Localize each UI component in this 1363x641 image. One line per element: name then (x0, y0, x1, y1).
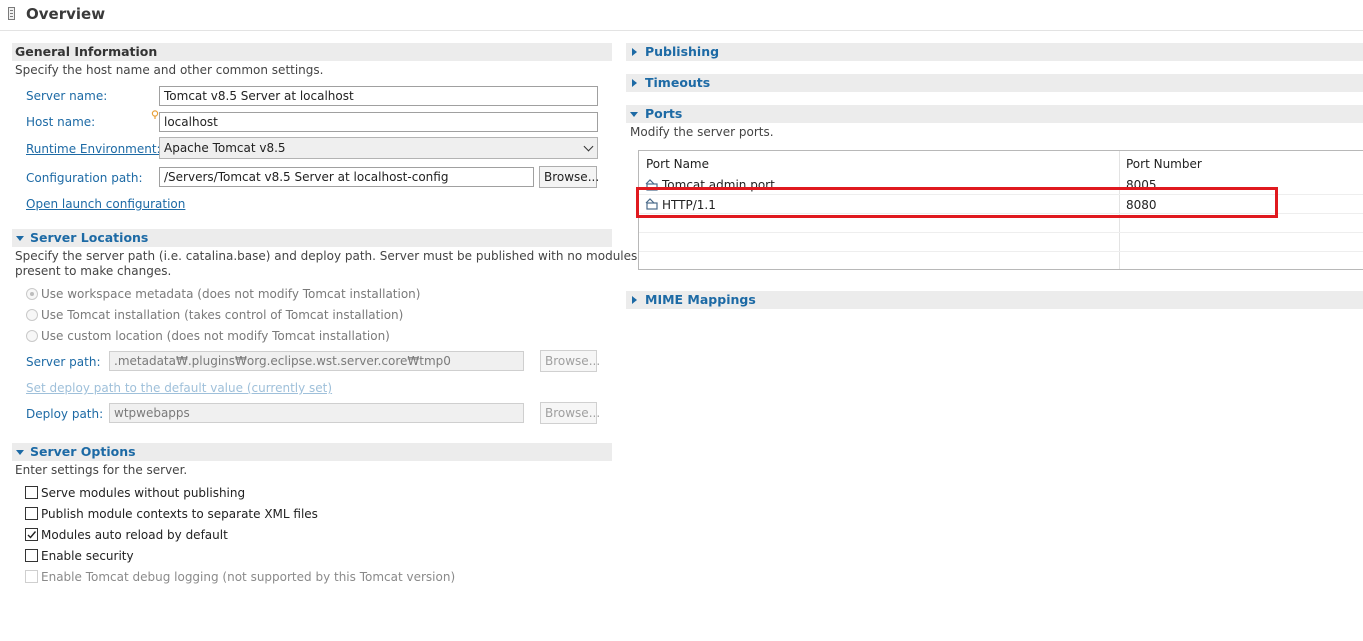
editor-title-bar (0, 0, 1363, 31)
radio-custom-location-label: Use custom location (does not modify Tom… (41, 329, 390, 343)
server-options-description: Enter settings for the server. (15, 463, 188, 477)
general-information-description: Specify the host name and other common s… (15, 63, 324, 77)
runtime-environment-value: Apache Tomcat v8.5 (164, 141, 286, 155)
checkbox-publish-contexts-label: Publish module contexts to separate XML … (41, 507, 318, 521)
server-locations-description-2: present to make changes. (15, 264, 172, 278)
timeouts-title[interactable]: Timeouts (645, 74, 710, 92)
highlight-box (636, 187, 1278, 218)
expand-triangle-icon[interactable] (632, 79, 637, 87)
expand-triangle-icon[interactable] (632, 48, 637, 56)
radio-workspace-metadata-label: Use workspace metadata (does not modify … (41, 287, 421, 301)
checkbox-enable-security-label: Enable security (41, 549, 134, 563)
checkbox-debug-logging-label: Enable Tomcat debug logging (not support… (41, 570, 456, 584)
publishing-header[interactable] (626, 43, 1363, 61)
mime-mappings-title[interactable]: MIME Mappings (645, 291, 756, 309)
checkbox-enable-security[interactable] (25, 549, 38, 562)
radio-tomcat-installation-label: Use Tomcat installation (takes control o… (41, 308, 404, 322)
collapse-triangle-icon[interactable] (16, 450, 24, 455)
server-options-title[interactable]: Server Options (30, 443, 136, 461)
radio-custom-location[interactable] (26, 330, 38, 342)
checkbox-serve-modules[interactable] (25, 486, 38, 499)
row-divider (639, 251, 1363, 252)
checkmark-icon (27, 531, 37, 539)
checkbox-serve-modules-label: Serve modules without publishing (41, 486, 246, 500)
general-information-title: General Information (15, 44, 158, 59)
checkbox-auto-reload-label: Modules auto reload by default (41, 528, 228, 542)
column-header-port-name[interactable]: Port Name (646, 157, 709, 171)
server-locations-description: Specify the server path (i.e. catalina.b… (15, 249, 638, 263)
page-title: Overview (26, 5, 106, 23)
server-name-label: Server name: (26, 89, 108, 103)
configuration-path-label: Configuration path: (26, 171, 143, 185)
column-header-port-number[interactable]: Port Number (1126, 157, 1202, 171)
expand-triangle-icon[interactable] (632, 296, 637, 304)
ports-header[interactable] (626, 105, 1363, 123)
host-name-input[interactable]: localhost (159, 112, 598, 132)
checkbox-debug-logging[interactable] (25, 570, 38, 583)
timeouts-header[interactable] (626, 74, 1363, 92)
deploy-path-input[interactable]: wtpwebapps (109, 403, 524, 423)
set-default-deploy-path-link[interactable]: Set deploy path to the default value (cu… (26, 381, 332, 395)
runtime-environment-link[interactable]: Runtime Environment: (26, 142, 161, 156)
configuration-browse-button[interactable]: Browse... (539, 166, 599, 188)
server-locations-title[interactable]: Server Locations (30, 229, 148, 247)
runtime-environment-select[interactable]: Apache Tomcat v8.5 (159, 137, 598, 159)
server-overview-icon (8, 7, 15, 20)
open-launch-configuration-link[interactable]: Open launch configuration (26, 197, 185, 211)
host-name-label: Host name: (26, 115, 96, 129)
ports-title[interactable]: Ports (645, 105, 682, 123)
publishing-title[interactable]: Publishing (645, 43, 719, 61)
server-path-input[interactable]: .metadata₩.plugins₩org.eclipse.wst.serve… (109, 351, 524, 371)
server-path-browse-button[interactable]: Browse... (540, 350, 600, 372)
checkbox-publish-contexts[interactable] (25, 507, 38, 520)
deploy-path-browse-button[interactable]: Browse... (540, 402, 600, 424)
collapse-triangle-icon[interactable] (630, 112, 638, 117)
radio-workspace-metadata[interactable] (26, 288, 38, 300)
lightbulb-icon (151, 110, 159, 119)
ports-description: Modify the server ports. (630, 125, 774, 139)
collapse-triangle-icon[interactable] (16, 236, 24, 241)
configuration-path-input[interactable]: /Servers/Tomcat v8.5 Server at localhost… (159, 167, 534, 187)
server-name-input[interactable]: Tomcat v8.5 Server at localhost (159, 86, 598, 106)
deploy-path-label: Deploy path: (26, 407, 104, 421)
row-divider (639, 232, 1363, 233)
radio-tomcat-installation[interactable] (26, 309, 38, 321)
checkbox-auto-reload[interactable] (25, 528, 38, 541)
server-path-label: Server path: (26, 355, 101, 369)
